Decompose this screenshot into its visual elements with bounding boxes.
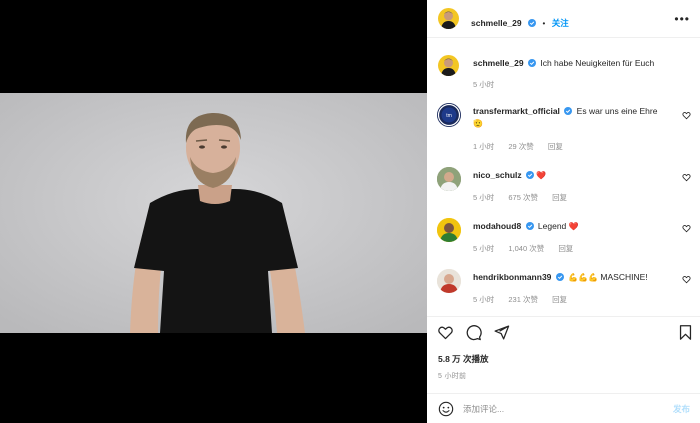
verified-icon [555, 273, 564, 281]
comment-time[interactable]: 5 小时 [473, 244, 494, 253]
comment-item: modahoud8 Legend ❤️ 5 小时 1,040 次赞 回复 [427, 217, 700, 257]
comment-icon[interactable] [465, 324, 482, 341]
post-comment-button[interactable]: 发布 [673, 403, 690, 415]
video-frame[interactable] [0, 93, 427, 333]
post-timestamp[interactable]: 5 小时前 [438, 371, 466, 381]
flexed-biceps-emoji: 💪💪💪 [568, 273, 599, 282]
like-icon[interactable] [437, 324, 454, 341]
comment-input[interactable] [463, 402, 653, 416]
video-still [0, 93, 427, 333]
comment-text: Es war uns eine Ehre [576, 106, 658, 116]
comment-time[interactable]: 5 小时 [473, 295, 494, 304]
verified-icon [564, 107, 573, 115]
verified-icon [528, 19, 537, 27]
comment-avatar[interactable]: tm [437, 103, 461, 127]
comment-likes[interactable]: 231 次赞 [508, 295, 538, 304]
save-bookmark-icon[interactable] [677, 324, 694, 341]
comment-text: Legend [537, 221, 567, 231]
comment-time[interactable]: 5 小时 [473, 193, 494, 202]
comment-likes[interactable]: 29 次赞 [508, 142, 533, 151]
post-header: schmelle_29 • 关注 ••• [427, 0, 700, 38]
comment-time[interactable]: 1 小时 [473, 142, 494, 151]
comment-username[interactable]: modahoud8 [473, 221, 521, 231]
like-comment-icon[interactable] [682, 275, 691, 284]
comment-likes[interactable]: 675 次赞 [508, 193, 538, 202]
comment-username[interactable]: transfermarkt_official [473, 106, 560, 116]
add-comment-bar: 发布 [427, 393, 700, 423]
like-comment-icon[interactable] [682, 224, 691, 233]
svg-text:tm: tm [446, 113, 452, 119]
actions-divider [427, 316, 700, 317]
comment-likes[interactable]: 1,040 次赞 [508, 244, 544, 253]
author-avatar[interactable] [438, 8, 459, 29]
heart-emoji: ❤️ [536, 171, 547, 180]
like-comment-icon[interactable] [682, 173, 691, 182]
salute-emoji: 🫡 [473, 119, 483, 128]
caption-text: Ich habe Neuigkeiten für Euch [540, 58, 655, 68]
post-media[interactable] [0, 0, 427, 423]
comment-avatar[interactable] [437, 167, 461, 191]
comment-item: hendrikbonmann39 💪💪💪 MASCHINE! 5 小时 231 … [427, 268, 700, 308]
emoji-icon[interactable] [438, 401, 454, 417]
comment-text: MASCHINE! [600, 272, 648, 282]
caption-time[interactable]: 5 小时 [473, 80, 494, 89]
comment-username[interactable]: nico_schulz [473, 170, 522, 180]
comment-avatar[interactable] [437, 269, 461, 293]
separator-dot: • [542, 19, 546, 28]
reply-button[interactable]: 回复 [552, 295, 567, 304]
post-side-panel: schmelle_29 • 关注 ••• schmelle_29 Ich hab… [427, 0, 700, 423]
verified-icon [525, 222, 534, 230]
comment-avatar[interactable] [437, 218, 461, 242]
view-count[interactable]: 5.8 万 次播放 [438, 353, 489, 365]
more-options-icon[interactable]: ••• [674, 12, 690, 26]
verified-icon [526, 171, 535, 179]
post-caption: schmelle_29 Ich habe Neuigkeiten für Euc… [427, 52, 700, 92]
heart-emoji: ❤️ [568, 222, 579, 231]
verified-icon [527, 59, 536, 67]
like-comment-icon[interactable] [682, 111, 691, 120]
comment-item: nico_schulz ❤️ 5 小时 675 次赞 回复 [427, 166, 700, 206]
share-icon[interactable] [493, 324, 510, 341]
follow-button[interactable]: 关注 [552, 18, 569, 28]
comment-item: tm transfermarkt_official Es war uns ein… [427, 100, 700, 152]
author-username[interactable]: schmelle_29 [471, 18, 522, 28]
comment-username[interactable]: hendrikbonmann39 [473, 272, 551, 282]
reply-button[interactable]: 回复 [548, 142, 563, 151]
caption-avatar[interactable] [438, 55, 459, 76]
reply-button[interactable]: 回复 [552, 193, 567, 202]
caption-username[interactable]: schmelle_29 [473, 58, 524, 68]
post-actions [427, 324, 700, 346]
reply-button[interactable]: 回复 [558, 244, 573, 253]
